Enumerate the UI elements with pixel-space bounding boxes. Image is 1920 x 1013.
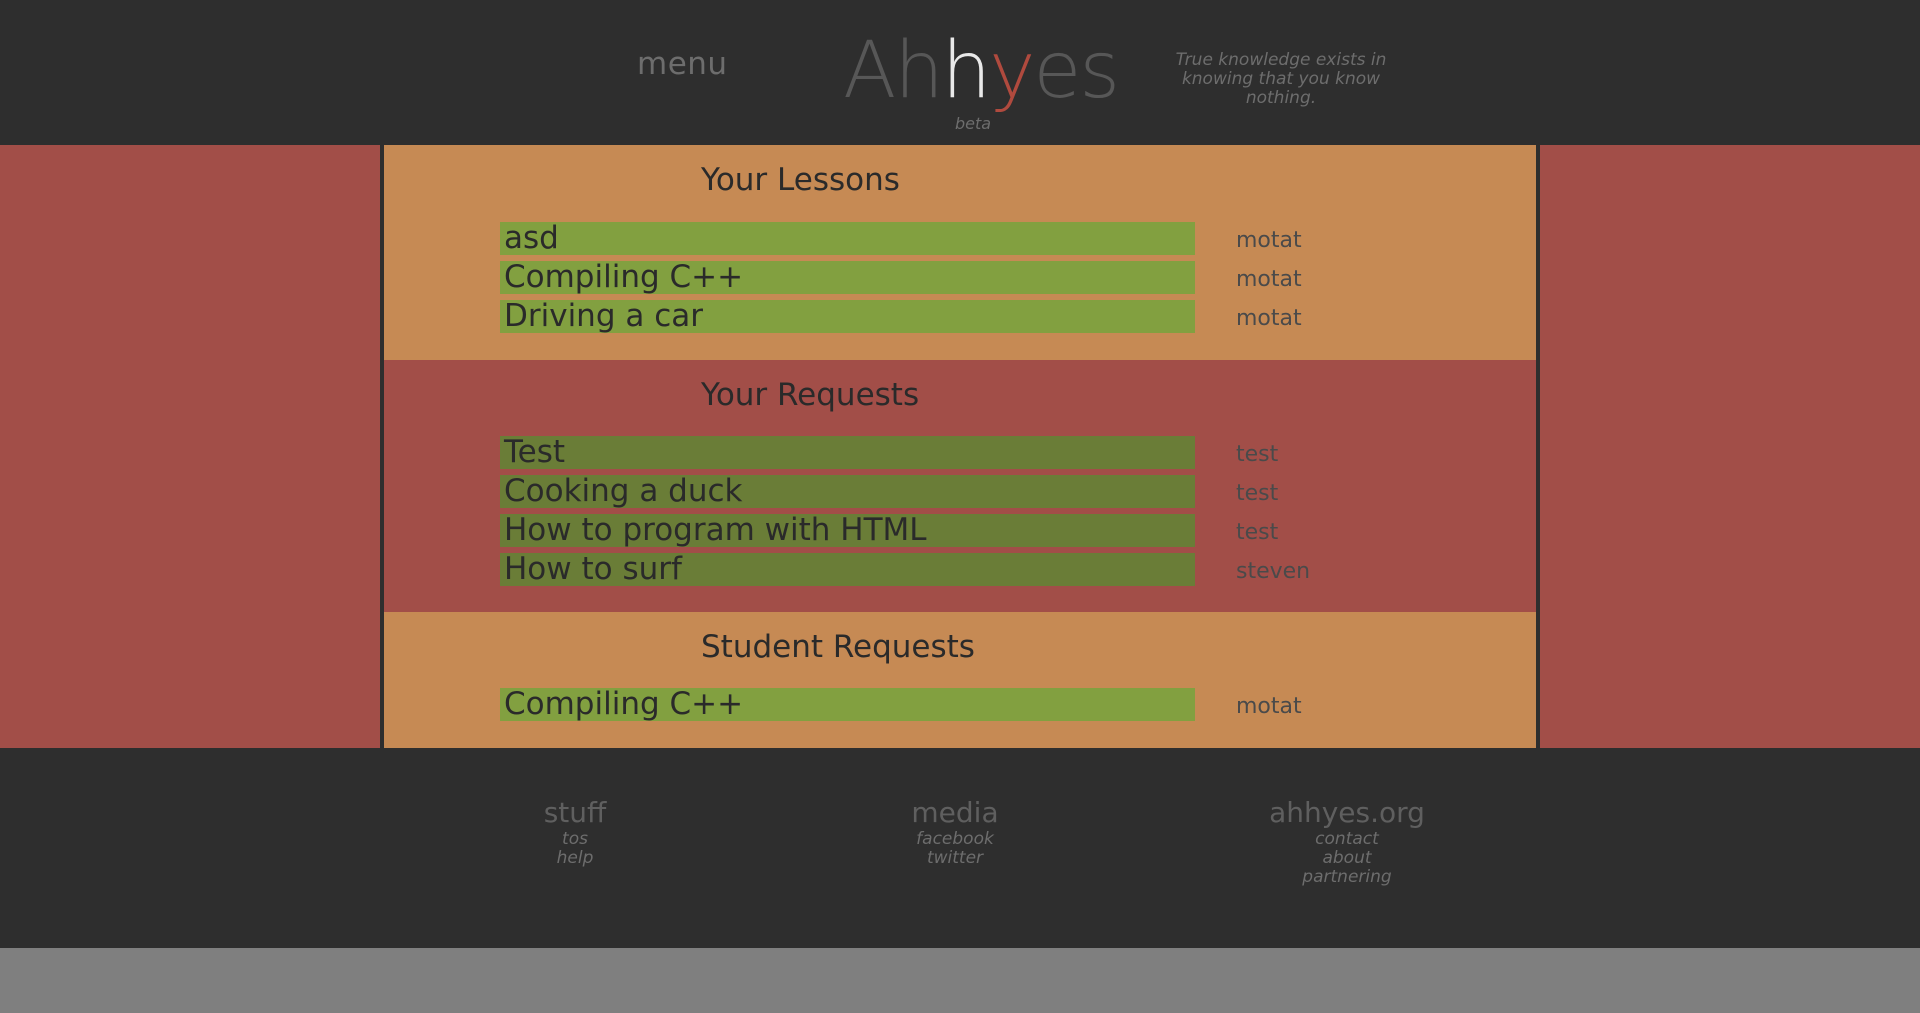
site-header: menu Ahhyes beta True knowledge exists i…: [0, 0, 1920, 145]
right-side-panel: [1540, 145, 1920, 748]
menu-button[interactable]: menu: [637, 46, 728, 82]
header-quote: True knowledge exists in knowing that yo…: [1175, 50, 1387, 108]
footer-column-stuff: stuff tos help: [544, 796, 607, 868]
footer-link-twitter[interactable]: twitter: [911, 849, 998, 868]
logo-beta-label: beta: [955, 114, 992, 133]
logo-part-ah: Ah: [843, 26, 944, 116]
footer-heading: stuff: [543, 796, 607, 829]
content-frame: [380, 145, 1540, 748]
footer-heading: media: [911, 796, 999, 829]
site-logo[interactable]: Ahhyes: [843, 32, 1120, 110]
footer-link-tos[interactable]: tos: [544, 830, 607, 849]
footer-link-facebook[interactable]: facebook: [911, 830, 998, 849]
footer-column-media: media facebook twitter: [911, 796, 998, 868]
logo-part-y: y: [989, 26, 1035, 116]
page-bottom-area: [0, 948, 1920, 1013]
logo-part-h: h: [941, 26, 991, 116]
footer-link-help[interactable]: help: [544, 849, 607, 868]
logo-part-es: es: [1033, 26, 1120, 116]
footer-link-partnering[interactable]: partnering: [1269, 868, 1425, 887]
footer-link-about[interactable]: about: [1269, 849, 1425, 868]
footer-column-site: ahhyes.org contact about partnering: [1269, 796, 1425, 887]
left-side-panel: [0, 145, 380, 748]
footer-heading: ahhyes.org: [1269, 796, 1425, 829]
footer-link-contact[interactable]: contact: [1269, 830, 1425, 849]
site-footer: stuff tos help media facebook twitter ah…: [0, 748, 1920, 948]
